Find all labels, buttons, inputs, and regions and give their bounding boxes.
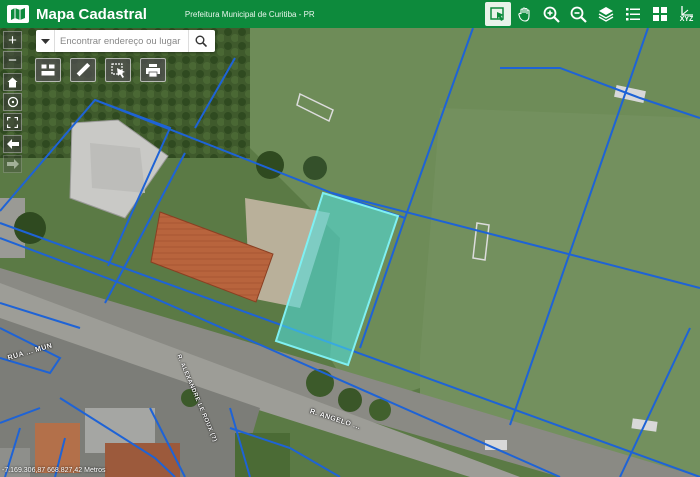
search-icon <box>195 35 207 47</box>
home-button[interactable] <box>3 73 22 91</box>
identify-icon <box>489 7 504 21</box>
arrow-right-icon <box>6 159 19 169</box>
select-icon <box>110 62 125 78</box>
app-title: Mapa Cadastral <box>36 5 147 23</box>
satellite-map[interactable] <box>0 28 700 477</box>
locate-button[interactable] <box>3 93 22 111</box>
map-canvas[interactable] <box>0 28 700 477</box>
main-toolbar: XYZ <box>484 0 700 28</box>
identify-tool[interactable] <box>484 2 511 26</box>
zoom-out-icon <box>570 6 587 23</box>
address-search <box>36 30 215 52</box>
legend-tool[interactable] <box>620 2 646 26</box>
locate-icon <box>7 96 18 108</box>
home-icon <box>7 77 18 87</box>
map-tools-row <box>35 58 175 82</box>
measure-button[interactable] <box>70 58 96 82</box>
zoom-in-tool[interactable] <box>539 2 565 26</box>
chevron-down-icon <box>40 38 50 44</box>
grid-icon <box>652 7 667 21</box>
next-extent-button[interactable] <box>3 155 22 173</box>
search-source-dropdown[interactable] <box>36 30 55 52</box>
xyz-label: XYZ <box>679 15 694 23</box>
map-app: RUA ... MUN R. ALEXANDRE LE ROUX (?) R. … <box>0 0 700 477</box>
coordinates-tool[interactable]: XYZ <box>674 2 700 26</box>
layers-tool[interactable] <box>593 2 619 26</box>
previous-extent-button[interactable] <box>3 135 22 153</box>
list-icon <box>625 8 640 21</box>
table-icon <box>41 64 55 76</box>
hand-icon <box>517 7 530 22</box>
search-button[interactable] <box>188 30 212 52</box>
basemap-tool[interactable] <box>647 2 673 26</box>
fullscreen-icon <box>7 116 18 128</box>
app-logo <box>7 5 29 23</box>
print-button[interactable] <box>140 58 166 82</box>
app-subtitle: Prefeitura Municipal de Curitiba - PR <box>184 9 315 19</box>
map-icon <box>11 8 25 20</box>
fullscreen-button[interactable] <box>3 113 22 131</box>
axes-icon <box>680 5 693 16</box>
zoom-in-icon <box>543 6 560 23</box>
zoom-out-button[interactable]: − <box>3 51 22 69</box>
map-nav-controls: + − <box>3 31 22 175</box>
ruler-icon <box>76 63 90 77</box>
arrow-left-icon <box>6 139 19 149</box>
search-input[interactable] <box>55 35 188 47</box>
app-header: Mapa Cadastral Prefeitura Municipal de C… <box>0 0 700 28</box>
zoom-out-tool[interactable] <box>566 2 592 26</box>
attributes-button[interactable] <box>35 58 61 82</box>
select-parcel-button[interactable] <box>105 58 131 82</box>
coordinates-readout: -7.169.306,87 668.827,42 Metros <box>2 467 106 474</box>
pan-tool[interactable] <box>512 2 538 26</box>
zoom-in-button[interactable]: + <box>3 31 22 49</box>
layers-icon <box>598 7 613 22</box>
printer-icon <box>146 63 160 77</box>
